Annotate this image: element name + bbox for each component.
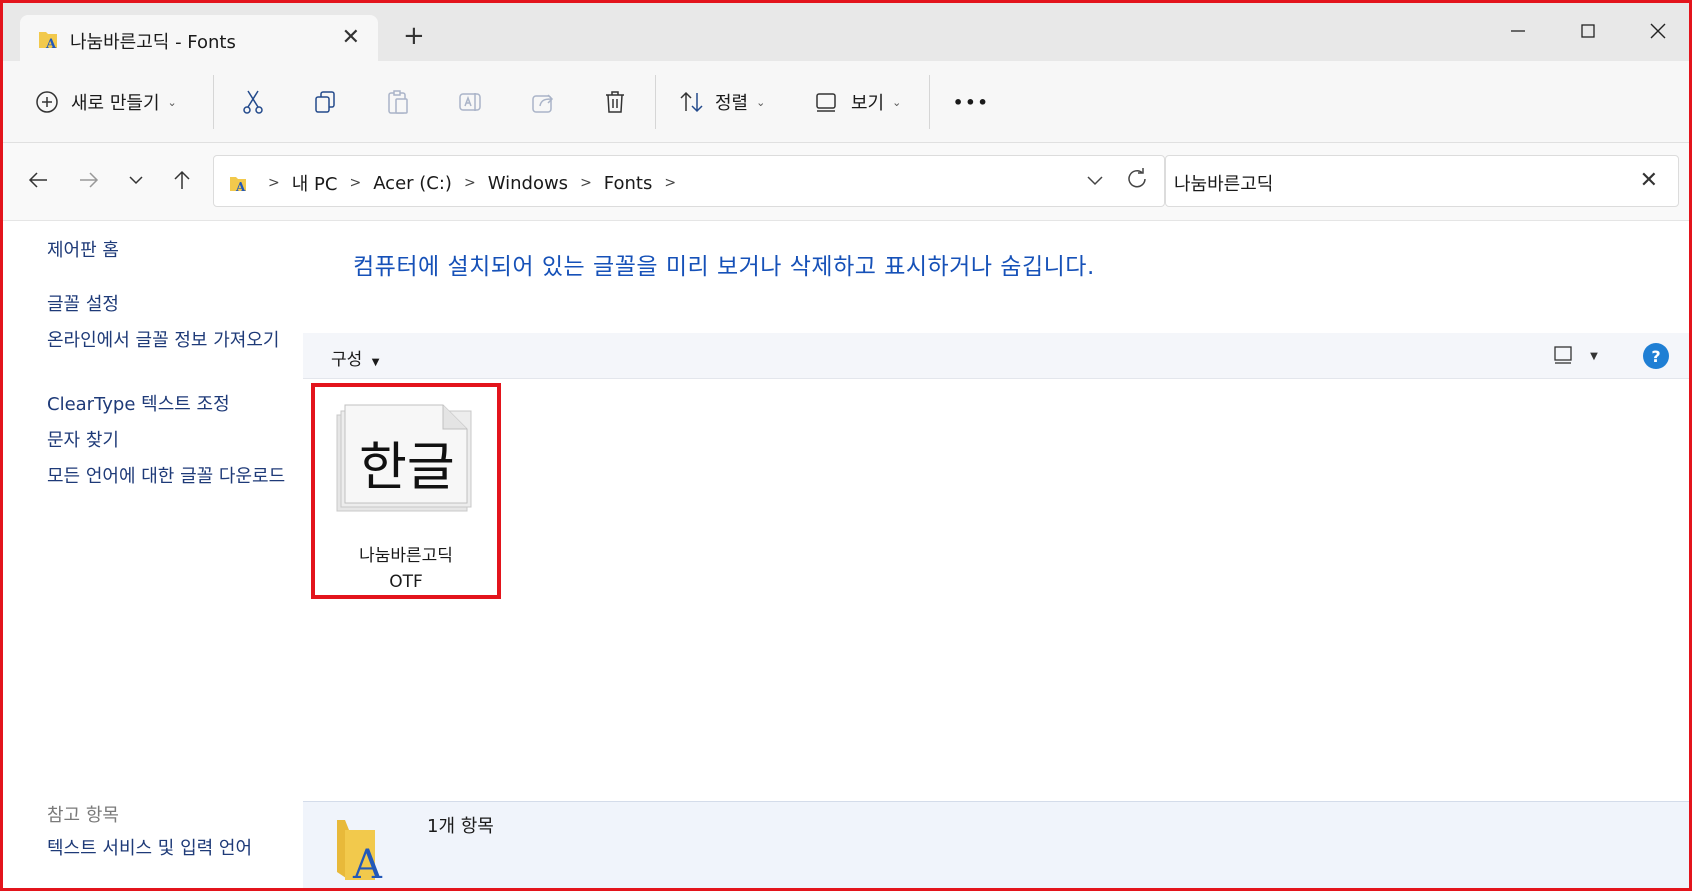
new-button-label: 새로 만들기 xyxy=(71,93,160,114)
up-button[interactable] xyxy=(167,165,197,195)
share-button[interactable] xyxy=(531,83,557,121)
new-tab-button[interactable]: + xyxy=(403,23,425,49)
sort-button[interactable]: 정렬 ⌄ xyxy=(679,83,765,121)
plus-circle-icon xyxy=(36,91,58,113)
chevron-down-icon xyxy=(129,176,143,185)
breadcrumb: A > 내 PC > Acer (C:) > Windows > Fonts > xyxy=(228,170,688,196)
chevron-right-icon[interactable]: > xyxy=(664,175,676,191)
view-button[interactable]: 보기 ⌄ xyxy=(815,83,901,121)
download-fonts-link[interactable]: 모든 언어에 대한 글꼴 다운로드 xyxy=(47,465,297,489)
scissors-icon xyxy=(243,90,263,114)
maximize-icon xyxy=(1581,24,1595,38)
dropdown-arrow-icon: ▼ xyxy=(371,357,380,368)
tab-close-icon[interactable]: ✕ xyxy=(342,25,360,50)
tab-title: 나눔바른고딕 - Fonts xyxy=(70,32,236,53)
font-preview-text: 한글 xyxy=(359,438,455,498)
fonts-folder-icon: A xyxy=(230,177,246,193)
font-name: 나눔바른고딕 xyxy=(359,546,453,566)
page-headline: 컴퓨터에 설치되어 있는 글꼴을 미리 보거나 삭제하고 표시하거나 숨깁니다. xyxy=(353,254,1095,280)
address-row: A > 내 PC > Acer (C:) > Windows > Fonts >… xyxy=(3,143,1689,221)
svg-text:A: A xyxy=(235,180,246,193)
back-button[interactable] xyxy=(23,165,53,195)
chevron-down-icon: ⌄ xyxy=(892,95,902,109)
toolbar-divider xyxy=(213,75,214,129)
toolbar-divider xyxy=(929,75,930,129)
cleartype-tuner-link[interactable]: ClearType 텍스트 조정 xyxy=(47,393,297,417)
maximize-button[interactable] xyxy=(1558,11,1618,51)
view-label: 보기 xyxy=(851,93,885,114)
svg-text:A: A xyxy=(45,37,57,50)
rename-button[interactable] xyxy=(458,83,484,121)
tab-fonts[interactable]: A 나눔바른고딕 - Fonts ✕ xyxy=(20,15,378,61)
copy-button[interactable] xyxy=(313,83,337,121)
address-bar[interactable]: A > 내 PC > Acer (C:) > Windows > Fonts > xyxy=(213,155,1165,207)
task-pane: 제어판 홈 글꼴 설정 온라인에서 글꼴 정보 가져오기 ClearType 텍… xyxy=(3,221,303,888)
font-settings-link[interactable]: 글꼴 설정 xyxy=(47,293,297,317)
font-type: OTF xyxy=(389,572,423,592)
clear-search-icon[interactable]: ✕ xyxy=(1640,168,1658,193)
find-character-link[interactable]: 문자 찾기 xyxy=(47,429,297,453)
more-options-button[interactable]: ••• xyxy=(953,83,990,121)
chevron-down-icon xyxy=(1087,176,1103,186)
trash-icon xyxy=(606,91,624,113)
breadcrumb-item-pc[interactable]: 내 PC xyxy=(292,170,338,196)
sort-label: 정렬 xyxy=(715,93,749,114)
arrow-left-icon xyxy=(28,172,47,188)
title-bar: A 나눔바른고딕 - Fonts ✕ + xyxy=(3,3,1689,61)
organize-label: 구성 xyxy=(331,350,363,370)
share-icon xyxy=(532,94,554,113)
arrow-right-icon xyxy=(80,172,99,188)
chevron-right-icon: > xyxy=(268,175,280,191)
minimize-icon xyxy=(1511,30,1525,32)
search-box[interactable]: 나눔바른고딕 ✕ xyxy=(1165,155,1679,207)
close-window-button[interactable] xyxy=(1628,11,1688,51)
chevron-down-icon: ⌄ xyxy=(167,95,177,109)
organize-button[interactable]: 구성 ▼ xyxy=(331,345,379,370)
rename-icon xyxy=(459,93,481,111)
svg-text:A: A xyxy=(352,842,383,882)
dropdown-arrow-icon: ▼ xyxy=(1590,351,1598,362)
item-count: 1개 항목 xyxy=(427,816,494,837)
breadcrumb-item-windows[interactable]: Windows xyxy=(488,173,568,194)
help-button[interactable]: ? xyxy=(1643,343,1669,369)
delete-button[interactable] xyxy=(603,83,627,121)
chevron-right-icon[interactable]: > xyxy=(464,175,476,191)
new-button[interactable]: 새로 만들기 ⌄ xyxy=(35,83,177,121)
forward-button[interactable] xyxy=(74,165,104,195)
recent-locations-button[interactable] xyxy=(121,165,151,195)
breadcrumb-item-drive[interactable]: Acer (C:) xyxy=(373,173,452,194)
minimize-button[interactable] xyxy=(1488,11,1548,51)
close-icon xyxy=(1650,23,1666,39)
details-pane: A 1개 항목 xyxy=(303,801,1689,888)
font-item-nanumbarungothic[interactable]: 한글 나눔바른고딕 OTF xyxy=(311,383,501,599)
command-bar: 구성 ▼ ▼ ? xyxy=(303,333,1689,379)
paste-button[interactable] xyxy=(386,83,410,121)
search-input[interactable]: 나눔바른고딕 xyxy=(1174,170,1273,196)
copy-icon xyxy=(315,91,335,113)
toolbar: 새로 만들기 ⌄ 정렬 ⌄ 보기 ⌄ ••• xyxy=(3,61,1689,143)
refresh-icon xyxy=(1128,168,1146,188)
sort-icon xyxy=(680,91,703,113)
view-layout-icon xyxy=(816,93,836,112)
chevron-down-icon: ⌄ xyxy=(756,95,766,109)
control-panel-home-link[interactable]: 제어판 홈 xyxy=(47,239,297,263)
font-item-label: 나눔바른고딕 OTF xyxy=(315,543,497,595)
fonts-folder-icon: A xyxy=(337,820,383,882)
toolbar-divider xyxy=(655,75,656,129)
fonts-folder-icon: A xyxy=(39,32,57,50)
chevron-right-icon[interactable]: > xyxy=(349,175,361,191)
breadcrumb-item-fonts[interactable]: Fonts xyxy=(604,173,653,194)
see-also-heading: 참고 항목 xyxy=(47,805,119,826)
address-history-button[interactable] xyxy=(1086,168,1104,196)
refresh-button[interactable] xyxy=(1124,166,1150,196)
arrow-up-icon xyxy=(174,170,190,189)
chevron-right-icon[interactable]: > xyxy=(580,175,592,191)
view-layout-icon xyxy=(1554,346,1572,364)
text-services-link[interactable]: 텍스트 서비스 및 입력 언어 xyxy=(47,837,297,861)
cut-button[interactable] xyxy=(241,83,265,121)
main-content: 컴퓨터에 설치되어 있는 글꼴을 미리 보거나 삭제하고 표시하거나 숨깁니다.… xyxy=(303,221,1689,888)
change-view-button[interactable]: ▼ xyxy=(1553,345,1598,369)
paste-icon xyxy=(388,90,408,114)
get-font-info-online-link[interactable]: 온라인에서 글꼴 정보 가져오기 xyxy=(47,329,297,353)
